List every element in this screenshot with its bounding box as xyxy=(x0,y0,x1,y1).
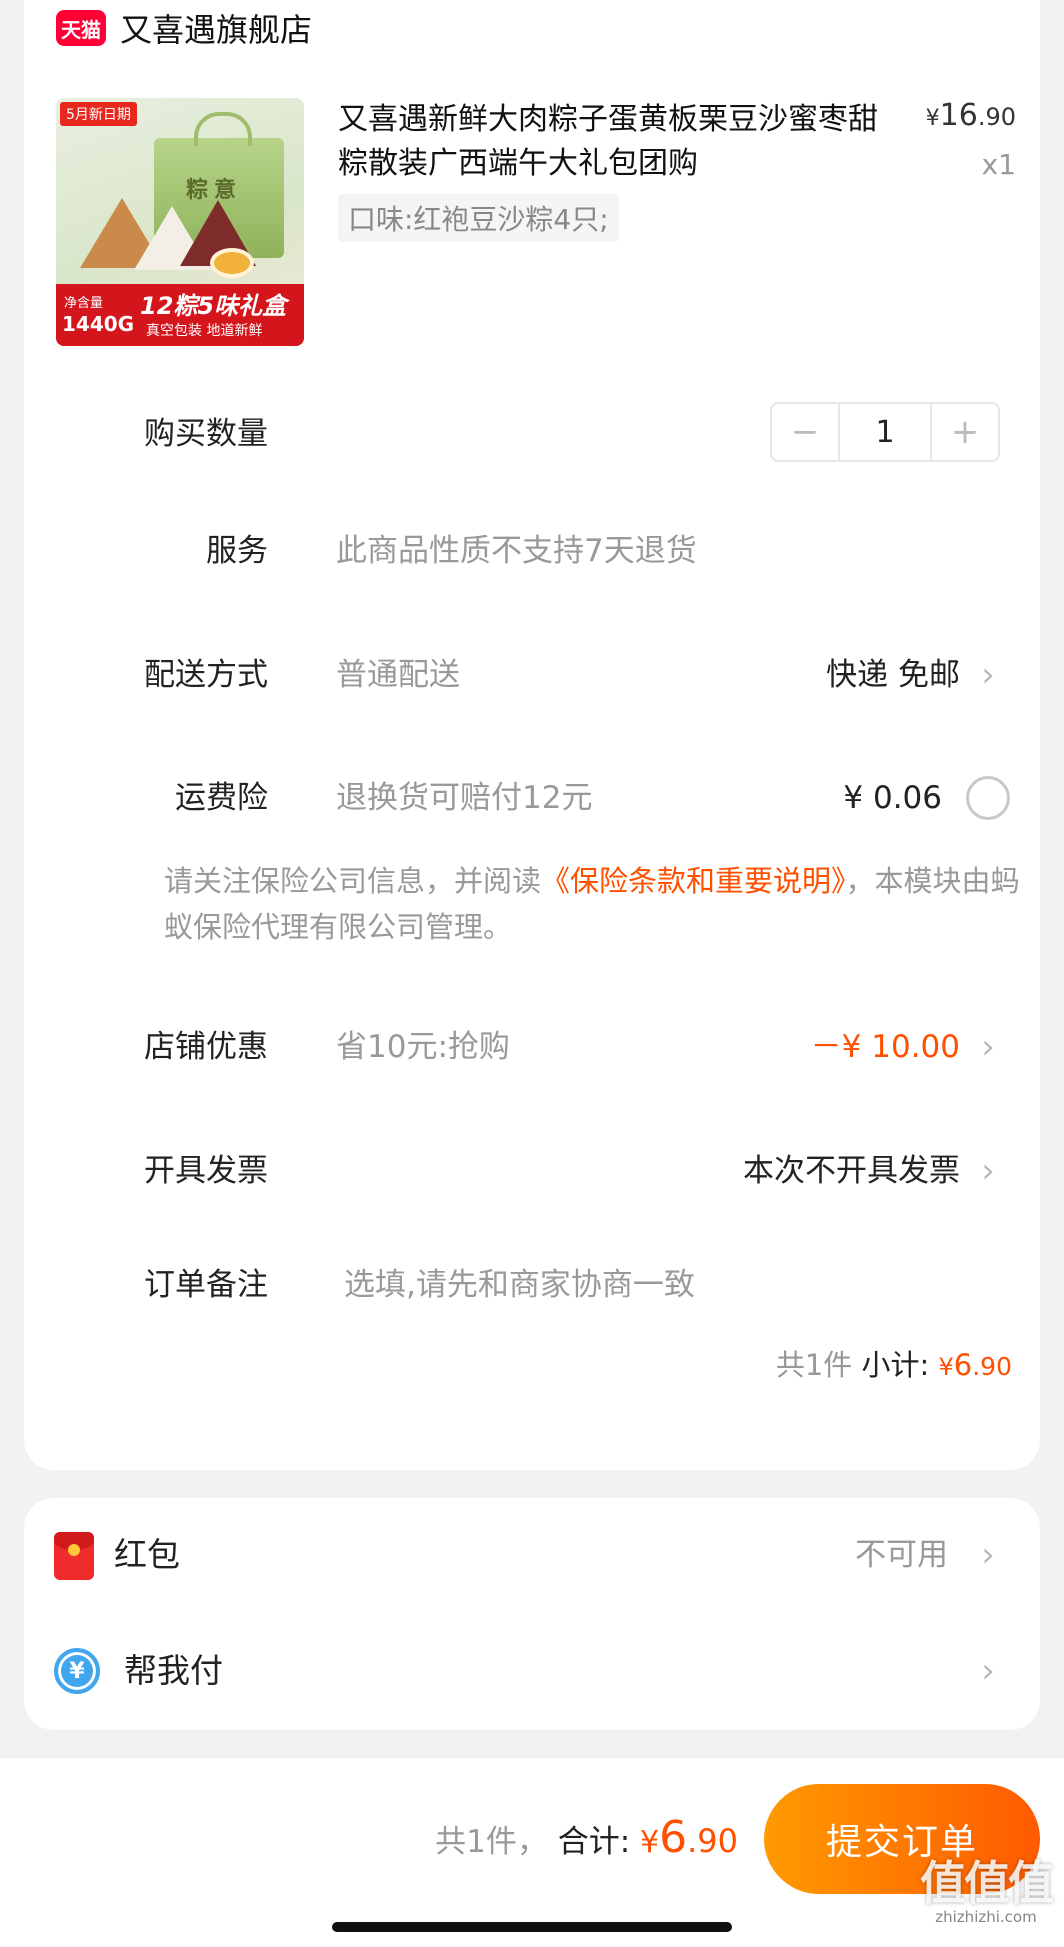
watermark-url: zhizhizhi.com xyxy=(935,1908,1037,1926)
watermark-logo: 值值值 xyxy=(920,1856,1054,1910)
order-total: 共1件， 合计: ¥6.90 xyxy=(435,1808,738,1873)
service-row: 服务 此商品性质不支持7天退货 xyxy=(24,521,1040,581)
home-indicator[interactable] xyxy=(332,1922,732,1932)
product-item[interactable]: 5月新日期 粽意 净含量 1440G 12粽5味礼盒 真空包装 地道新鲜 又喜遇… xyxy=(56,98,1016,348)
chevron-right-icon[interactable]: › xyxy=(970,1537,1006,1573)
shipping-insurance-label: 运费险 xyxy=(175,780,268,816)
insurance-terms-link[interactable]: 《保险条款和重要说明》 xyxy=(541,864,846,898)
subtotal-count: 共1件 xyxy=(775,1348,853,1382)
red-packet-row[interactable]: 红包 不可用 › xyxy=(24,1520,1040,1590)
subtotal-label: 小计: xyxy=(861,1348,930,1382)
price-int: 16 xyxy=(939,98,978,133)
delivery-label: 配送方式 xyxy=(144,657,268,693)
quantity-label: 购买数量 xyxy=(144,416,268,452)
site-watermark: 值值值 zhizhizhi.com xyxy=(920,1856,1054,1926)
thumb-date-tag: 5月新日期 xyxy=(60,102,137,126)
store-discount-label: 店铺优惠 xyxy=(144,1029,268,1065)
delivery-method: 快递 免邮 xyxy=(826,657,960,693)
chevron-right-icon[interactable]: › xyxy=(970,1653,1006,1689)
service-label: 服务 xyxy=(206,533,268,569)
store-header[interactable]: 天猫 又喜遇旗舰店 xyxy=(56,0,312,56)
order-remark-label: 订单备注 xyxy=(144,1267,268,1303)
thumb-promo: 12粽5味礼盒 xyxy=(140,292,287,320)
subtotal-amount: ¥6.90 xyxy=(939,1348,1013,1382)
subtotal-int: 6 xyxy=(953,1348,973,1382)
total-int: 6 xyxy=(659,1812,688,1863)
thumb-weight-label: 净含量 xyxy=(64,296,104,311)
thumb-promo-banner: 净含量 1440G 12粽5味礼盒 真空包装 地道新鲜 xyxy=(56,284,304,346)
total-label: 合计: xyxy=(557,1824,631,1860)
egg-yolk-graphic xyxy=(210,248,254,278)
product-title[interactable]: 又喜遇新鲜大肉粽子蛋黄板栗豆沙蜜枣甜粽散装广西端午大礼包团购 xyxy=(338,98,898,186)
store-discount-value: 省10元:抢购 xyxy=(336,1029,510,1065)
checkout-bar: 共1件， 合计: ¥6.90 提交订单 值值值 zhizhizhi.com xyxy=(0,1758,1064,1947)
subtotal-currency: ¥ xyxy=(938,1353,954,1381)
thumb-promo-sub: 真空包装 地道新鲜 xyxy=(146,323,263,339)
total-dec: .90 xyxy=(687,1822,738,1860)
quantity-input[interactable]: 1 xyxy=(838,404,932,460)
invoice-row[interactable]: 开具发票 本次不开具发票 › xyxy=(24,1141,1040,1201)
total-currency: ¥ xyxy=(640,1825,660,1860)
shipping-insurance-value: 退换货可赔付12元 xyxy=(336,780,593,816)
order-remark-input[interactable]: 选填,请先和商家协商一致 xyxy=(344,1255,695,1315)
total-amount: ¥6.90 xyxy=(640,1812,738,1863)
price-dec: .90 xyxy=(977,103,1016,131)
store-name[interactable]: 又喜遇旗舰店 xyxy=(120,5,312,51)
red-packet-status: 不可用 xyxy=(855,1537,948,1573)
service-value: 此商品性质不支持7天退货 xyxy=(336,533,697,569)
yuan-circle-icon: ¥ xyxy=(54,1648,100,1694)
thumb-weight: 1440G xyxy=(62,312,135,336)
increment-button[interactable]: + xyxy=(932,404,998,460)
subtotal: 共1件 小计: ¥6.90 xyxy=(776,1342,1012,1384)
delivery-value: 普通配送 xyxy=(336,657,460,693)
invoice-label: 开具发票 xyxy=(144,1153,268,1189)
payment-options-card: 红包 不可用 › ¥ 帮我付 › xyxy=(24,1498,1040,1730)
delivery-row[interactable]: 配送方式 普通配送 快递 免邮 › xyxy=(24,645,1040,705)
price-currency: ¥ xyxy=(925,106,940,131)
product-thumbnail[interactable]: 5月新日期 粽意 净含量 1440G 12粽5味礼盒 真空包装 地道新鲜 xyxy=(56,98,304,346)
invoice-value: 本次不开具发票 xyxy=(743,1153,960,1189)
shipping-insurance-price: ¥ 0.06 xyxy=(843,780,942,816)
quantity-stepper[interactable]: − 1 + xyxy=(770,402,1000,462)
chevron-right-icon[interactable]: › xyxy=(970,657,1006,693)
product-variant: 口味:红袍豆沙粽4只; xyxy=(338,194,619,242)
product-price: ¥16.90 xyxy=(926,98,1016,133)
tmall-badge-icon: 天猫 xyxy=(56,10,106,46)
red-packet-label: 红包 xyxy=(114,1535,180,1574)
shipping-insurance-checkbox[interactable] xyxy=(966,776,1010,820)
store-discount-row[interactable]: 店铺优惠 省10元:抢购 －¥ 10.00 › xyxy=(24,1017,1040,1077)
help-pay-row[interactable]: ¥ 帮我付 › xyxy=(24,1636,1040,1706)
order-card: 天猫 又喜遇旗舰店 5月新日期 粽意 净含量 1440G 12粽5味礼盒 真空包… xyxy=(24,0,1040,1470)
decrement-button[interactable]: − xyxy=(772,404,838,460)
chevron-right-icon[interactable]: › xyxy=(970,1153,1006,1189)
help-pay-label: 帮我付 xyxy=(124,1651,223,1690)
total-count: 共1件， xyxy=(435,1824,548,1860)
chevron-right-icon[interactable]: › xyxy=(970,1029,1006,1065)
shipping-insurance-row[interactable]: 运费险 退换货可赔付12元 ¥ 0.06 xyxy=(24,768,1040,828)
product-quantity: x1 xyxy=(981,148,1016,181)
subtotal-dec: .90 xyxy=(972,1352,1012,1381)
insurance-notice: 请关注保险公司信息，并阅读《保险条款和重要说明》，本模块由蚂蚁保险代理有限公司管… xyxy=(164,858,1024,950)
notice-prefix: 请关注保险公司信息，并阅读 xyxy=(164,864,542,898)
red-packet-icon xyxy=(54,1532,94,1580)
order-remark-row: 订单备注 选填,请先和商家协商一致 xyxy=(24,1255,1040,1315)
quantity-row: 购买数量 − 1 + xyxy=(24,402,1040,464)
store-discount-amount: －¥ 10.00 xyxy=(810,1029,960,1065)
